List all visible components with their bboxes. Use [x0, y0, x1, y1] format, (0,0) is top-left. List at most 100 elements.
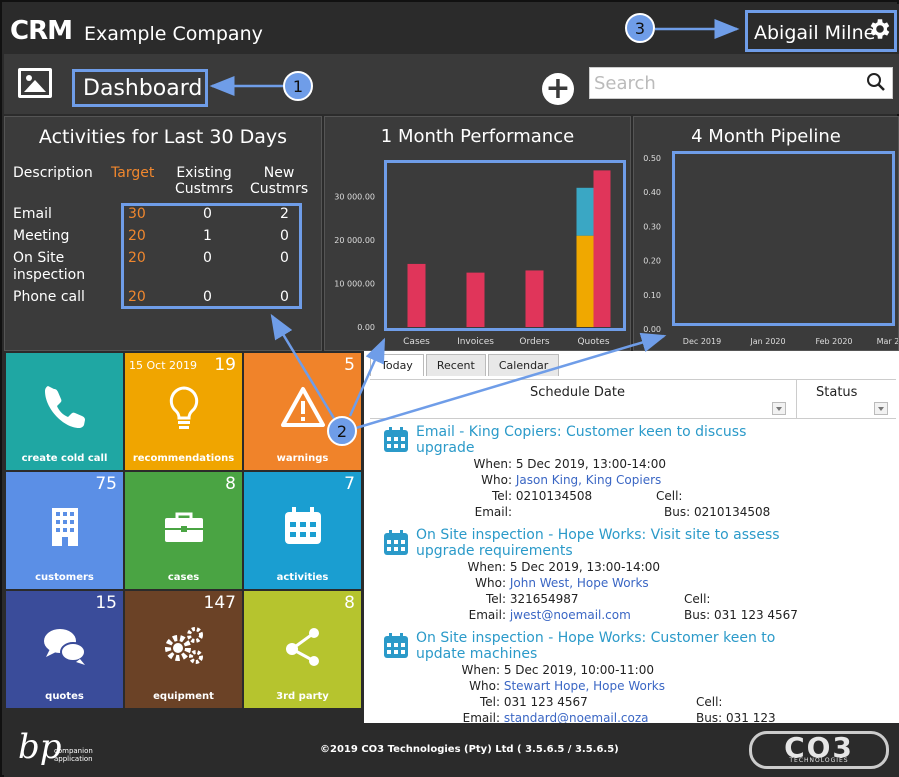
col-status[interactable]: Status — [816, 385, 857, 400]
y-tick-label: 20 000.00 — [334, 236, 375, 245]
tile-date: 15 Oct 2019 — [129, 359, 198, 372]
gear-icon[interactable] — [867, 16, 893, 42]
schedule-panel: Today Recent Calendar Schedule Date Stat… — [364, 351, 899, 723]
footer: bp companion application ©2019 CO3 Techn… — [4, 723, 899, 777]
x-tick-label: Dec 2019 — [683, 337, 721, 346]
tile-cases[interactable]: 8 cases — [125, 472, 242, 589]
performance-panel: 1 Month Performance 0.00 10 000.00 20 000.… — [324, 116, 631, 351]
entry-cell: Cell: — [656, 489, 683, 503]
entry-title[interactable]: On Site inspection - Hope Works: Custome… — [416, 630, 816, 662]
tile-label: 3rd party — [276, 691, 329, 702]
entry-who: Who: Jason King, King Copiers — [481, 473, 662, 487]
tile-equipment[interactable]: 147 equipment — [125, 591, 242, 708]
row-desc: Phone call — [13, 289, 85, 305]
add-icon[interactable]: + — [542, 73, 574, 105]
schedule-tabs: Today Recent Calendar — [370, 354, 561, 376]
tile-count: 7 — [344, 474, 355, 494]
schedule-entry[interactable]: On Site inspection - Hope Works: Custome… — [378, 630, 888, 723]
tile-count: 8 — [344, 593, 355, 613]
y-tick-label: 0.30 — [643, 222, 661, 231]
tab-calendar[interactable]: Calendar — [487, 354, 560, 376]
speech-bubbles-icon — [44, 629, 86, 665]
entry-when: When: 5 Dec 2019, 13:00-14:00 — [467, 560, 660, 574]
x-tick-label: Quotes — [577, 337, 609, 347]
filter-status-icon[interactable] — [874, 402, 888, 415]
tab-recent[interactable]: Recent — [425, 354, 486, 376]
pipeline-title: 4 Month Pipeline — [691, 126, 841, 147]
activities-panel: Activities for Last 30 Days Description … — [4, 116, 322, 351]
highlight-box — [121, 203, 302, 309]
gears-icon — [165, 627, 203, 664]
col-description: Description — [13, 165, 93, 181]
row-desc: Email — [13, 206, 52, 222]
activities-title: Activities for Last 30 Days — [38, 126, 288, 148]
callout-1: 1 — [283, 71, 313, 101]
search-icon[interactable] — [866, 72, 886, 92]
entry-bus: Bus: 0210134508 — [664, 505, 771, 519]
tile-label: warnings — [276, 453, 329, 464]
tile-count: 147 — [203, 593, 236, 613]
crm-logo: CRM — [10, 16, 73, 46]
pipeline-panel: 4 Month Pipeline 0.00 0.10 0.20 0.30 0.40 0.5… — [633, 116, 899, 351]
tile-count: 75 — [95, 474, 117, 494]
y-tick-label: 0.00 — [643, 325, 661, 334]
phone-icon — [45, 386, 85, 428]
y-tick-label: 10 000.00 — [334, 280, 375, 289]
tile-warnings[interactable]: 5 warnings — [244, 353, 361, 470]
callout-2: 2 — [327, 416, 357, 446]
page-title: Dashboard — [72, 69, 208, 107]
tile-3rd-party[interactable]: 8 3rd party — [244, 591, 361, 708]
entry-cell: Cell: — [684, 592, 711, 606]
search-box — [589, 67, 893, 99]
tile-label: cases — [167, 572, 200, 583]
entry-who: Who: John West, Hope Works — [475, 576, 649, 590]
tile-customers[interactable]: 75 customers — [6, 472, 123, 589]
bp-logo-subtitle: companion application — [54, 747, 93, 763]
tile-count: 5 — [344, 355, 355, 375]
filter-date-icon[interactable] — [772, 402, 786, 415]
tile-create-cold-call[interactable]: create cold call — [6, 353, 123, 470]
tile-label: recommendations — [132, 453, 235, 464]
highlight-box — [672, 151, 895, 326]
tile-quotes[interactable]: 15 quotes — [6, 591, 123, 708]
col-new: New Custmrs — [250, 165, 309, 197]
callout-3: 3 — [625, 13, 655, 43]
entry-bus: Bus: 031 123 — [696, 711, 776, 723]
tab-today[interactable]: Today — [370, 354, 424, 376]
x-tick-label: Orders — [519, 337, 550, 347]
entry-email: Email: jwest@noemail.com — [468, 608, 631, 622]
tile-activities[interactable]: 7 activities — [244, 472, 361, 589]
tile-label: customers — [35, 572, 94, 583]
tile-grid: create cold call 15 Oct 2019 19 recommen… — [4, 351, 361, 708]
calendar-icon — [384, 427, 408, 452]
entry-email: Email: standard@noemail.coza — [462, 711, 649, 723]
contact-link[interactable]: John West, Hope Works — [510, 576, 649, 590]
row-desc: Meeting — [13, 228, 70, 244]
entry-title[interactable]: On Site inspection - Hope Works: Visit s… — [416, 527, 816, 559]
entry-bus: Bus: 031 123 4567 — [684, 608, 798, 622]
tile-label: activities — [276, 572, 329, 583]
company-name: Example Company — [84, 23, 263, 45]
y-tick-label: 0.50 — [643, 154, 661, 163]
contact-link[interactable]: Jason King, King Copiers — [516, 473, 661, 487]
col-existing: Existing Custmrs — [175, 165, 234, 197]
calendar-icon — [384, 633, 408, 658]
x-tick-label: Cases — [403, 337, 430, 347]
tile-recommendations[interactable]: 15 Oct 2019 19 recommendations — [125, 353, 242, 470]
col-schedule-date[interactable]: Schedule Date — [530, 385, 625, 400]
search-input[interactable] — [590, 68, 850, 98]
schedule-entry[interactable]: Email - King Copiers: Customer keen to d… — [378, 424, 888, 524]
contact-link[interactable]: Stewart Hope, Hope Works — [504, 679, 665, 693]
schedule-entry[interactable]: On Site inspection - Hope Works: Visit s… — [378, 527, 888, 627]
entry-title[interactable]: Email - King Copiers: Customer keen to d… — [416, 424, 816, 456]
share-icon — [286, 628, 319, 666]
image-icon[interactable] — [18, 68, 52, 98]
calendar-icon — [384, 530, 408, 555]
x-tick-label: Jan 2020 — [749, 337, 785, 346]
tile-count: 15 — [95, 593, 117, 613]
x-tick-label: Invoices — [457, 337, 494, 347]
tile-count: 8 — [225, 474, 236, 494]
highlight-box — [384, 160, 626, 331]
briefcase-icon — [165, 512, 203, 542]
warning-icon — [281, 387, 325, 427]
